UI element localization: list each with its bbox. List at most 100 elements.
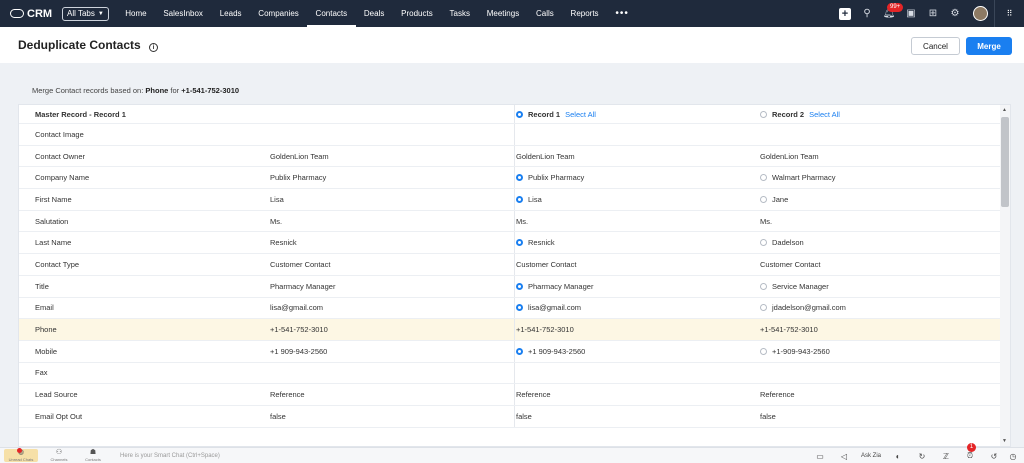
- record1-cell: Ms.: [514, 210, 759, 232]
- record2-field-radio[interactable]: [760, 195, 767, 203]
- record1-cell[interactable]: +1 909-943-2560: [514, 340, 759, 362]
- all-tabs-dropdown[interactable]: All Tabs ▼: [62, 6, 109, 21]
- calendar-icon[interactable]: ▣: [900, 0, 922, 27]
- merge-button[interactable]: Merge: [966, 37, 1012, 55]
- field-label: Email Opt Out: [35, 411, 83, 421]
- field-label: Phone: [35, 325, 57, 335]
- field-label: Fax: [35, 368, 48, 378]
- record1-field-radio[interactable]: [516, 195, 523, 203]
- channels-button[interactable]: ⚇ Channels: [46, 449, 72, 462]
- record1-value: Reference: [516, 390, 551, 400]
- record2-radio[interactable]: [760, 110, 767, 118]
- table-row: Phone +1-541-752-3010 +1-541-752-3010 +1-54…: [19, 319, 1010, 341]
- record1-field-radio[interactable]: [516, 282, 523, 290]
- table-row: Contact Owner GoldenLion Team GoldenLion T…: [19, 145, 1010, 168]
- more-tabs-button[interactable]: •••: [607, 0, 637, 27]
- record2-cell[interactable]: Service Manager: [759, 276, 997, 297]
- tab-meetings[interactable]: Meetings: [478, 0, 527, 27]
- apps-grid-icon[interactable]: ⠿: [994, 0, 1024, 27]
- record1-field-radio[interactable]: [516, 239, 523, 247]
- record1-value: Resnick: [528, 238, 555, 248]
- record2-label: Record 2: [772, 109, 805, 119]
- master-value: +1-541-752-3010: [270, 325, 328, 335]
- notifications-bell-icon[interactable]: 🔔︎ 99+: [878, 0, 904, 27]
- record2-field-radio[interactable]: [760, 174, 767, 182]
- unread-chats-button[interactable]: ◍ Unread Chats: [4, 448, 38, 462]
- tab-companies[interactable]: Companies: [250, 0, 307, 27]
- plus-icon: +: [839, 7, 851, 20]
- record1-select-all-link[interactable]: Select All: [565, 110, 596, 119]
- record2-field-radio[interactable]: [760, 239, 767, 247]
- unread-label: Unread Chats: [8, 457, 34, 462]
- avatar[interactable]: [966, 0, 994, 27]
- master-value: Customer Contact: [270, 259, 331, 269]
- tab-deals[interactable]: Deals: [356, 0, 393, 27]
- record2-cell[interactable]: Jane: [759, 189, 997, 210]
- master-value: lisa@gmail.com: [270, 303, 324, 313]
- tab-home[interactable]: Home: [117, 0, 155, 27]
- record1-field-radio[interactable]: [516, 174, 523, 182]
- scroll-down-icon[interactable]: ▼: [1002, 438, 1007, 444]
- record1-field-radio[interactable]: [516, 304, 523, 312]
- master-value: Lisa: [270, 194, 284, 204]
- record2-field-radio[interactable]: [760, 304, 767, 312]
- record1-cell[interactable]: lisa@gmail.com: [514, 297, 759, 319]
- record1-value: Ms.: [516, 216, 529, 226]
- ask-zia-button[interactable]: Ask Zia: [856, 453, 886, 459]
- smart-chat-input[interactable]: Here is your Smart Chat (Ctrl+Space): [120, 453, 220, 459]
- record1-value: GoldenLion Team: [516, 151, 575, 161]
- record1-cell[interactable]: Resnick: [514, 232, 759, 254]
- criteria-prefix: Merge Contact records based on:: [32, 86, 144, 95]
- comment-icon[interactable]: ▭: [808, 452, 832, 461]
- quick-create-button[interactable]: +: [834, 0, 856, 27]
- record1-cell[interactable]: Publix Pharmacy: [514, 167, 759, 189]
- history-icon[interactable]: ↺: [982, 452, 1006, 461]
- record1-cell[interactable]: Lisa: [514, 189, 759, 210]
- tab-leads[interactable]: Leads: [211, 0, 250, 27]
- tab-tasks[interactable]: Tasks: [441, 0, 478, 27]
- record1-radio[interactable]: [516, 110, 523, 118]
- search-icon[interactable]: ⚲: [856, 0, 878, 27]
- alarm-badge: 1: [967, 443, 976, 452]
- record2-field-radio[interactable]: [760, 282, 767, 290]
- alarm-icon[interactable]: ⏰︎ 1: [958, 443, 982, 461]
- zia-icon[interactable]: ℤ: [934, 452, 958, 461]
- cancel-button[interactable]: Cancel: [911, 37, 960, 55]
- refresh-icon[interactable]: ↻: [910, 452, 934, 461]
- signals-icon[interactable]: ◐: [886, 452, 910, 461]
- table-row: Mobile +1 909-943-2560 +1 909-943-2560 +1-9…: [19, 340, 1010, 363]
- contacts-button[interactable]: ☗ Contacts: [80, 449, 106, 462]
- tab-calls[interactable]: Calls: [528, 0, 563, 27]
- crm-logo[interactable]: CRM: [10, 8, 56, 20]
- gear-icon[interactable]: ⚙: [944, 0, 966, 27]
- contacts-label: Contacts: [85, 457, 101, 462]
- tab-products[interactable]: Products: [393, 0, 441, 27]
- marketplace-icon[interactable]: ⊞: [922, 0, 944, 27]
- record1-value: +1 909-943-2560: [528, 346, 586, 356]
- record1-field-radio[interactable]: [516, 347, 523, 355]
- tab-reports[interactable]: Reports: [562, 0, 607, 27]
- record1-cell[interactable]: Pharmacy Manager: [514, 275, 759, 297]
- record1-label: Record 1: [528, 109, 561, 119]
- table-row: Email lisa@gmail.com lisa@gmail.com jdadels…: [19, 297, 1010, 320]
- tab-salesinbox[interactable]: SalesInbox: [155, 0, 211, 27]
- tab-contacts[interactable]: Contacts: [307, 0, 356, 27]
- merge-criteria: Merge Contact records based on: Phone fo…: [32, 86, 239, 95]
- user-avatar: [972, 6, 988, 21]
- record1-cell: Reference: [514, 384, 759, 405]
- record1-value: Customer Contact: [516, 259, 577, 269]
- record2-cell[interactable]: +1-909-943-2560: [759, 341, 997, 362]
- record2-cell[interactable]: jdadelson@gmail.com: [759, 298, 997, 319]
- record2-cell[interactable]: Dadelson: [759, 232, 997, 253]
- record2-select-all-link[interactable]: Select All: [809, 110, 840, 119]
- record2-field-radio[interactable]: [760, 347, 767, 355]
- record2-cell: Customer Contact: [759, 254, 997, 275]
- vertical-scrollbar[interactable]: ▲ ▼: [1000, 105, 1010, 446]
- record2-cell[interactable]: Walmart Pharmacy: [759, 167, 997, 188]
- scroll-up-icon[interactable]: ▲: [1002, 107, 1007, 113]
- info-icon[interactable]: i: [149, 43, 159, 53]
- scrollbar-thumb[interactable]: [1001, 117, 1009, 207]
- megaphone-icon[interactable]: ◁: [832, 452, 856, 461]
- record1-cell: Customer Contact: [514, 254, 759, 275]
- timer-icon[interactable]: ◷: [1006, 452, 1020, 461]
